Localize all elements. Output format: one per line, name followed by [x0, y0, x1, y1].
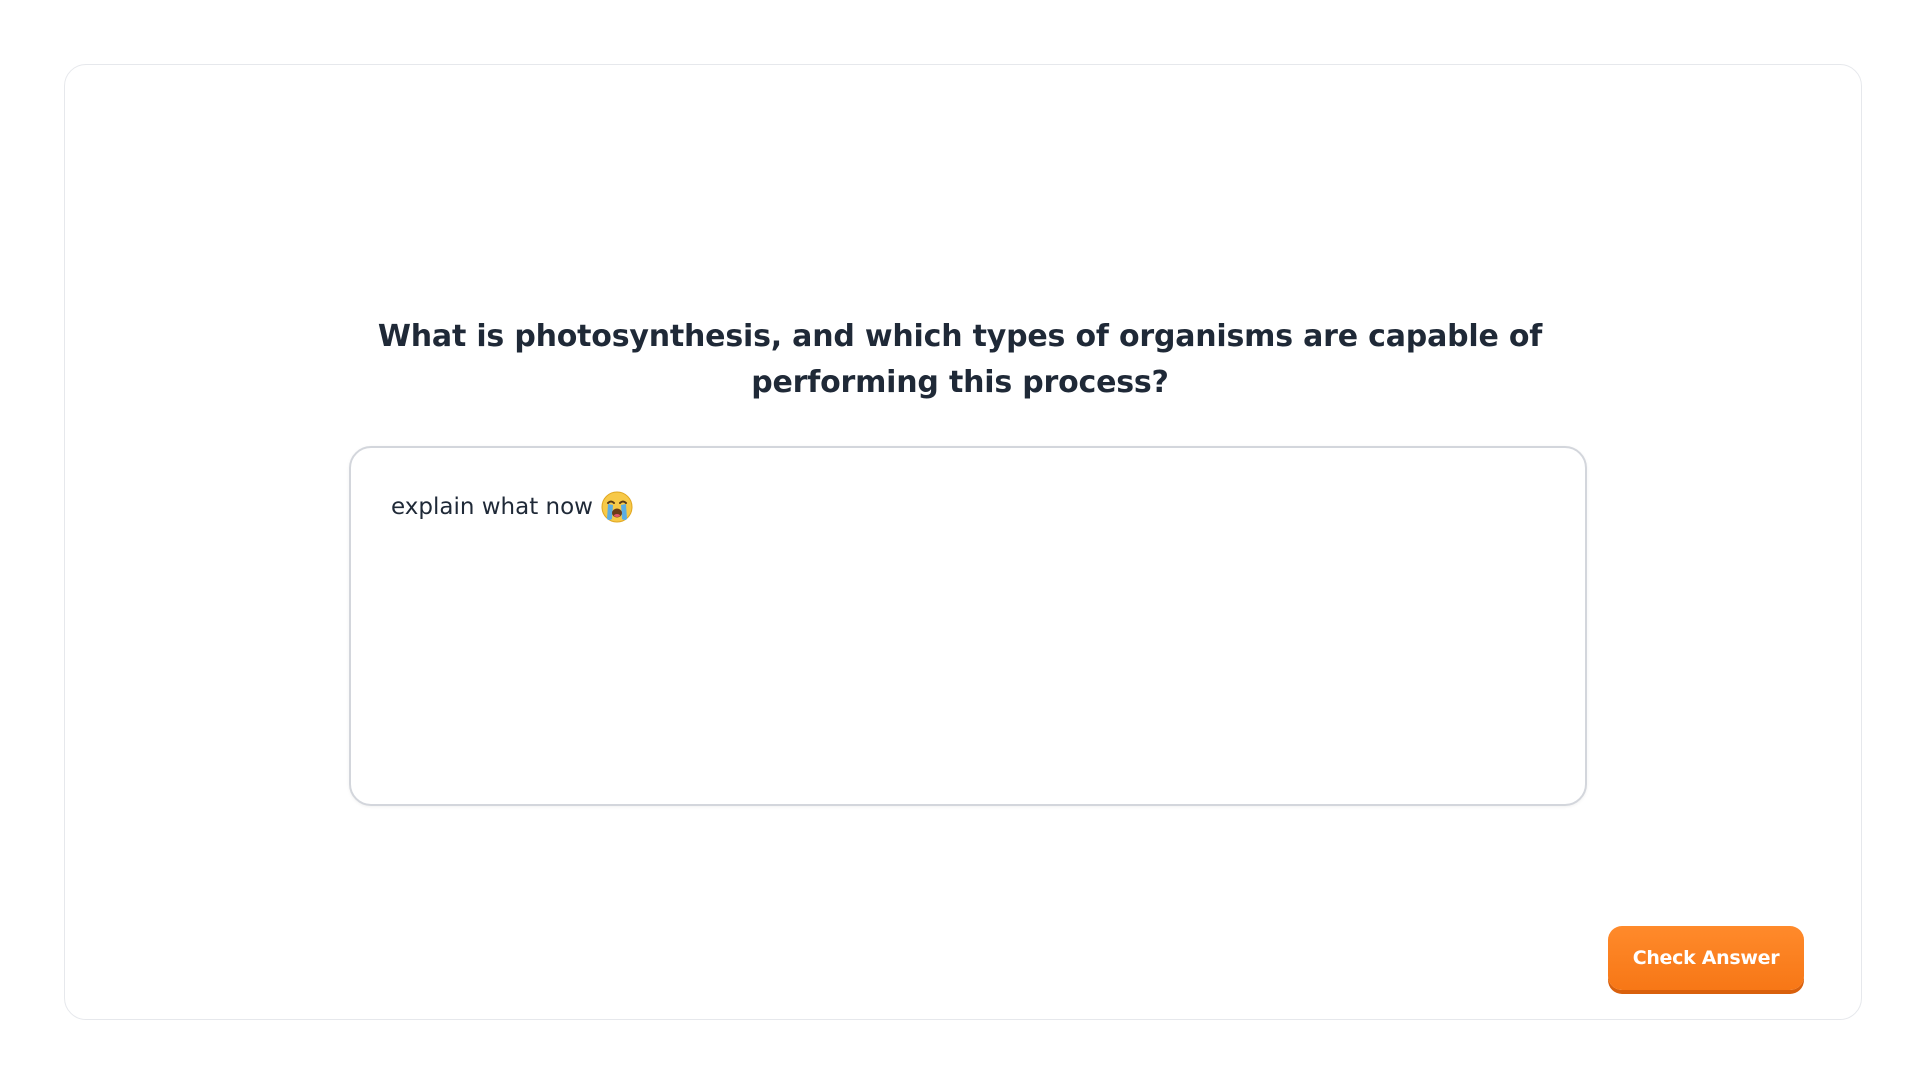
loudly-crying-face-icon [601, 491, 633, 523]
answer-textarea[interactable]: explain what now [349, 446, 1587, 806]
question-text: What is photosynthesis, and which types … [377, 319, 1543, 400]
answer-value: explain what now [391, 494, 593, 520]
answer-content: explain what now [391, 490, 1545, 524]
check-answer-button[interactable]: Check Answer [1608, 926, 1804, 990]
